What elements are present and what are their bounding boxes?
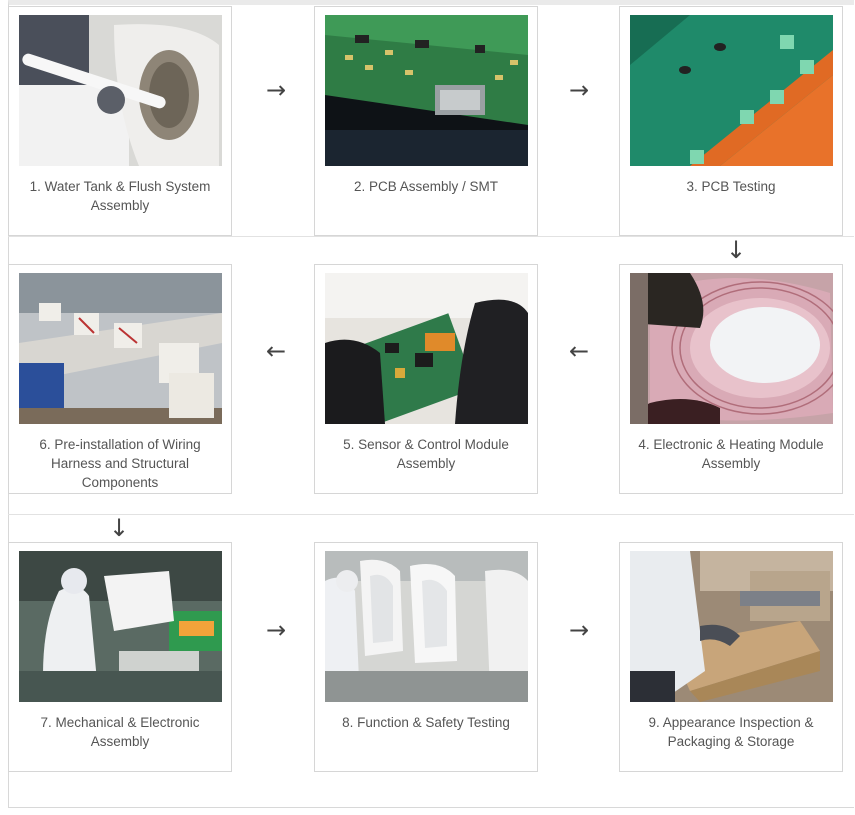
photo-heating-module [630,273,833,424]
photo-sensor-control-module [325,273,528,424]
step-card-9: 9. Appearance Inspection & Packaging & S… [619,542,843,772]
photo-inspection-packaging [630,551,833,702]
step-label-7: 7. Mechanical & Electronic Assembly [40,715,200,749]
arrow-right: → [568,76,590,104]
photo-mechanical-electronic-assembly [19,551,222,702]
step-label-3: 3. PCB Testing [686,179,776,194]
step-card-4: 4. Electronic & Heating Module Assembly [619,264,843,494]
step-label-2: 2. PCB Assembly / SMT [353,179,499,194]
photo-pcb-testing [630,15,833,166]
photo-water-tank-assembly [19,15,222,166]
step-label-5: 5. Sensor & Control Module Assembly [343,437,509,471]
photo-pcb-assembly [325,15,528,166]
step-label-8: 8. Function & Safety Testing [342,715,510,730]
step-card-8: 8. Function & Safety Testing [314,542,538,772]
photo-function-safety-testing [325,551,528,702]
step-card-3: 3. PCB Testing [619,6,843,236]
step-card-2: 2. PCB Assembly / SMT [314,6,538,236]
step-label-4: 4. Electronic & Heating Module Assembly [638,437,824,471]
step-label-1: 1. Water Tank & Flush System Assembly [29,179,211,213]
arrow-left: ← [568,337,590,365]
arrow-down: ↓ [725,236,747,264]
step-card-6: 6. Pre-installation of Wiring Harness an… [8,264,232,494]
step-label-6: 6. Pre-installation of Wiring Harness an… [39,437,201,490]
arrow-left: ← [265,337,287,365]
arrow-right: → [265,616,287,644]
step-label-9: 9. Appearance Inspection & Packaging & S… [648,715,814,749]
arrow-right: → [265,76,287,104]
step-card-5: 5. Sensor & Control Module Assembly [314,264,538,494]
step-card-1: 1. Water Tank & Flush System Assembly [8,6,232,236]
step-card-7: 7. Mechanical & Electronic Assembly [8,542,232,772]
arrow-down: ↓ [108,514,130,542]
arrow-right: → [568,616,590,644]
row-divider [8,514,854,515]
photo-wiring-harness-preinstall [19,273,222,424]
